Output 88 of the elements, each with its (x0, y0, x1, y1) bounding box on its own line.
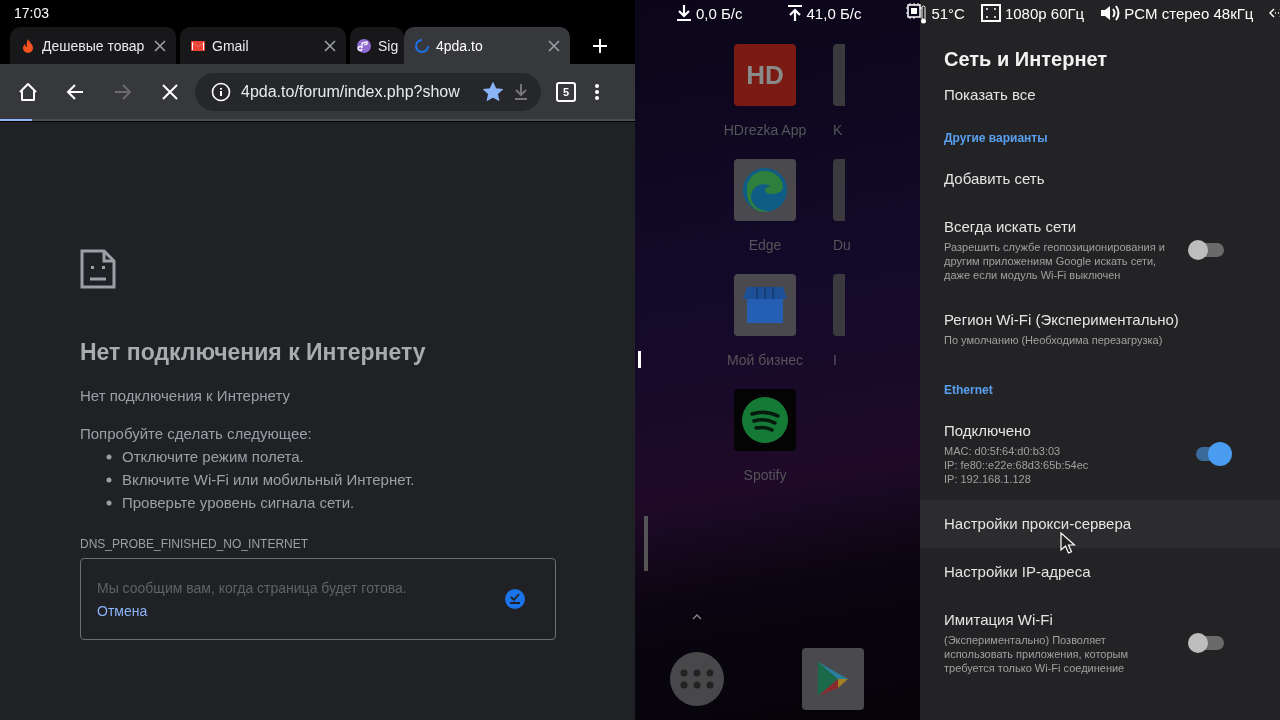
status-text: PCM стерео 48кГц (1124, 4, 1254, 22)
item-title: Показать все (944, 85, 1037, 105)
home-icon[interactable] (18, 81, 38, 102)
info-icon (211, 81, 231, 102)
settings-item[interactable]: Регион Wi-Fi (Экспериментально) По умолчанию (Необходима перезагрузка) (920, 296, 1280, 361)
settings-item[interactable]: Показать все (920, 81, 1280, 109)
item-description: Разрешить службе геопозиционирования и (944, 240, 1166, 254)
suggestions-intro: Попробуйте сделать следующее: (80, 425, 312, 442)
item-title: Всегда искать сети (944, 217, 1078, 237)
app-icon[interactable] (734, 389, 796, 451)
tab-count[interactable]: 5 (556, 81, 576, 102)
settings-item[interactable]: Настройки прокси-сервера (920, 500, 1280, 548)
item-title: Имитация Wi-Fi (944, 610, 1054, 630)
item-description: MAC: d0:5f:64:d0:b3:03 (944, 444, 1062, 458)
cancel-link[interactable]: Отмена (97, 602, 148, 619)
item-description: другим приложениям Google искать сети, (944, 254, 1158, 268)
toggle-switch[interactable] (1196, 441, 1232, 466)
plus-icon[interactable] (592, 37, 608, 54)
storefront-icon (743, 285, 787, 325)
sound-waves-icon (742, 397, 788, 443)
settings-item[interactable]: Имитация Wi-Fi (Экспериментально) Позволяет использовать приложения, которым требуется только Wi-Fi соединение (920, 596, 1280, 689)
address-bar[interactable]: 4pda.to/forum/index.php?show (195, 72, 541, 111)
grid-dots-icon (680, 669, 714, 689)
status-text: 41,0 Б/с (806, 4, 862, 22)
suggestion-text: Проверьте уровень сигнала сети. (122, 494, 355, 511)
notice-text: Мы сообщим вам, когда страница будет готова. (97, 579, 407, 596)
item-description: IP: 192.168.1.128 (944, 472, 1032, 486)
settings-item[interactable]: Всегда искать сети Разрешить службе геопозиционирования и другим приложениям Google искать сети, даже если модуль Wi-Fi выключен (920, 203, 1280, 296)
item-title: Регион Wi-Fi (Экспериментально) (944, 310, 1180, 330)
loading-spinner-icon (414, 37, 430, 54)
status-text: 51°C (931, 4, 965, 22)
section-header: Ethernet (943, 382, 994, 399)
star-icon[interactable] (483, 81, 503, 102)
browser-tab[interactable]: Gmail (180, 27, 346, 64)
browser-tab[interactable]: Дешевые товар (10, 27, 176, 64)
music-note-icon (356, 37, 372, 54)
menu-icon[interactable] (594, 82, 600, 101)
mouse-pointer-icon (1060, 532, 1076, 554)
url-text: 4pda.to/forum/index.php?show (241, 82, 461, 101)
text-cursor (638, 351, 641, 368)
item-description: IP: fe80::e22e:68d3:65b:54ec (944, 458, 1090, 472)
error-code: DNS_PROBE_FINISHED_NO_INTERNET (80, 537, 309, 551)
status-time: 17:03 (13, 4, 50, 23)
speaker-icon (1100, 4, 1121, 22)
item-description: По умолчанию (Необходима перезагрузка) (944, 333, 1164, 347)
screen-icon (980, 4, 1001, 22)
status-text: 1080p 60Гц (1004, 4, 1085, 22)
flame-icon (20, 37, 36, 54)
settings-item[interactable]: Добавить сеть (920, 155, 1280, 203)
logo-text: HD (746, 59, 784, 91)
caret-up-icon[interactable] (692, 614, 702, 620)
close-icon[interactable] (154, 39, 166, 52)
back-arrow-icon[interactable] (66, 82, 84, 101)
item-title: Настройки прокси-сервера (944, 514, 1133, 534)
download-icon[interactable] (513, 82, 529, 101)
settings-item[interactable]: Подключено MAC: d0:5f:64:d0:b3:03 IP: fe80::e22e:68d3:65b:54ec IP: 192.168.1.128 (920, 407, 1280, 500)
tab-title: Дешевые товар (42, 37, 144, 54)
bullet-icon (106, 476, 112, 483)
error-message: Нет подключения к Интернету (80, 387, 290, 404)
item-description: даже если модуль Wi-Fi выключен (944, 268, 1122, 282)
scroll-indicator (644, 516, 648, 571)
section-header: Другие варианты (943, 130, 1049, 147)
bullet-icon (106, 499, 112, 506)
browser-tab[interactable]: Sig (350, 27, 404, 64)
suggestion-text: Отключите режим полета. (122, 448, 304, 465)
item-title: Настройки IP-адреса (944, 562, 1092, 582)
tab-title: Gmail (212, 37, 250, 54)
item-description: использовать приложения, которым (944, 647, 1130, 661)
tab-title: 4pda.to (436, 37, 484, 54)
bullet-icon (106, 453, 112, 460)
close-icon[interactable] (324, 39, 336, 52)
item-title: Подключено (944, 421, 1032, 441)
item-description: требуется только Wi-Fi соединение (944, 661, 1126, 675)
sad-page-icon (80, 249, 116, 289)
panel-title: Сеть и Интернет (944, 48, 1108, 72)
chip-thermometer-icon (905, 2, 928, 24)
item-title: Добавить сеть (944, 169, 1046, 189)
upload-icon (786, 4, 803, 22)
download-icon (676, 4, 692, 22)
settings-item[interactable]: Настройки IP-адреса (920, 548, 1280, 596)
error-heading: Нет подключения к Интернету (80, 339, 426, 366)
tab-title: Sig (378, 37, 400, 54)
status-text: 0,0 Б/с (696, 4, 743, 22)
browser-tab[interactable]: 4pda.to (404, 27, 570, 64)
play-triangle-icon (816, 660, 850, 698)
suggestion-text: Включите Wi-Fi или мобильный Интернет. (122, 471, 415, 488)
check-circle-icon (505, 589, 525, 609)
item-description: (Экспериментально) Позволяет (944, 633, 1107, 647)
